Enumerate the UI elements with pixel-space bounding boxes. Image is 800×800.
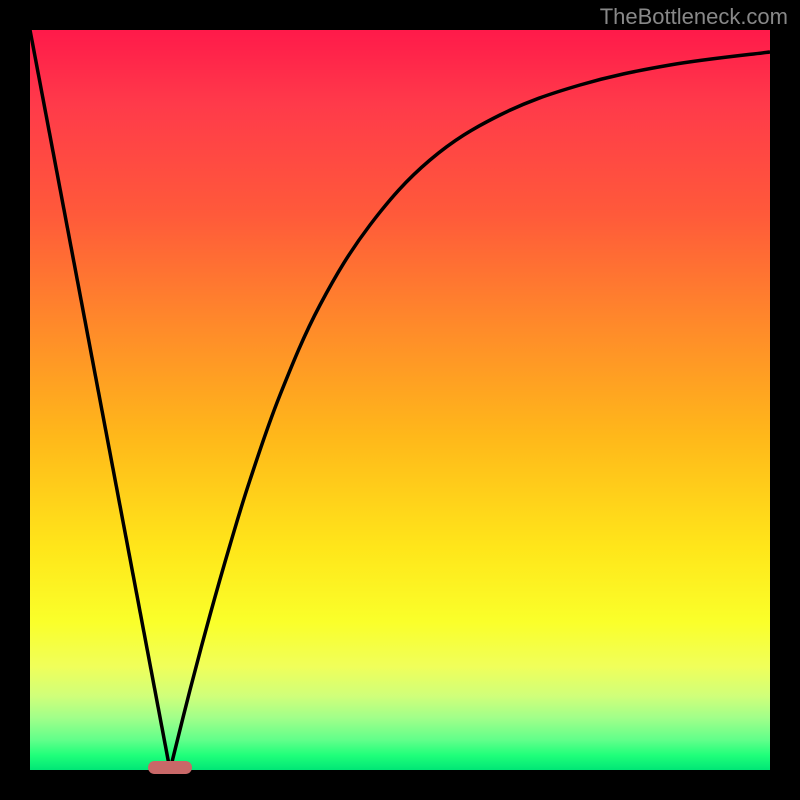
right-branch-curve xyxy=(170,52,770,770)
left-branch-line xyxy=(30,30,170,770)
optimal-marker xyxy=(148,761,192,774)
watermark-text: TheBottleneck.com xyxy=(600,4,788,30)
chart-curves xyxy=(30,30,770,770)
